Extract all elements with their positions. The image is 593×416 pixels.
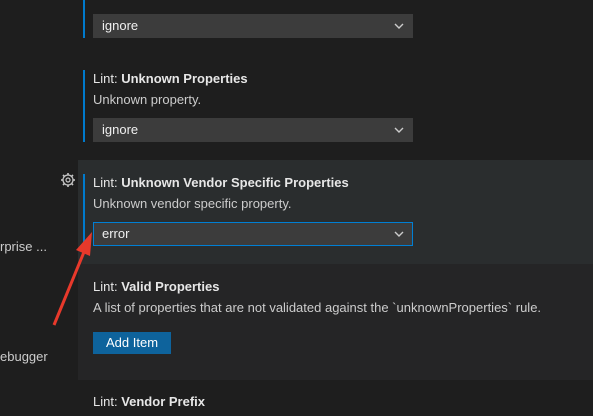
- annotation-arrow: [52, 232, 92, 326]
